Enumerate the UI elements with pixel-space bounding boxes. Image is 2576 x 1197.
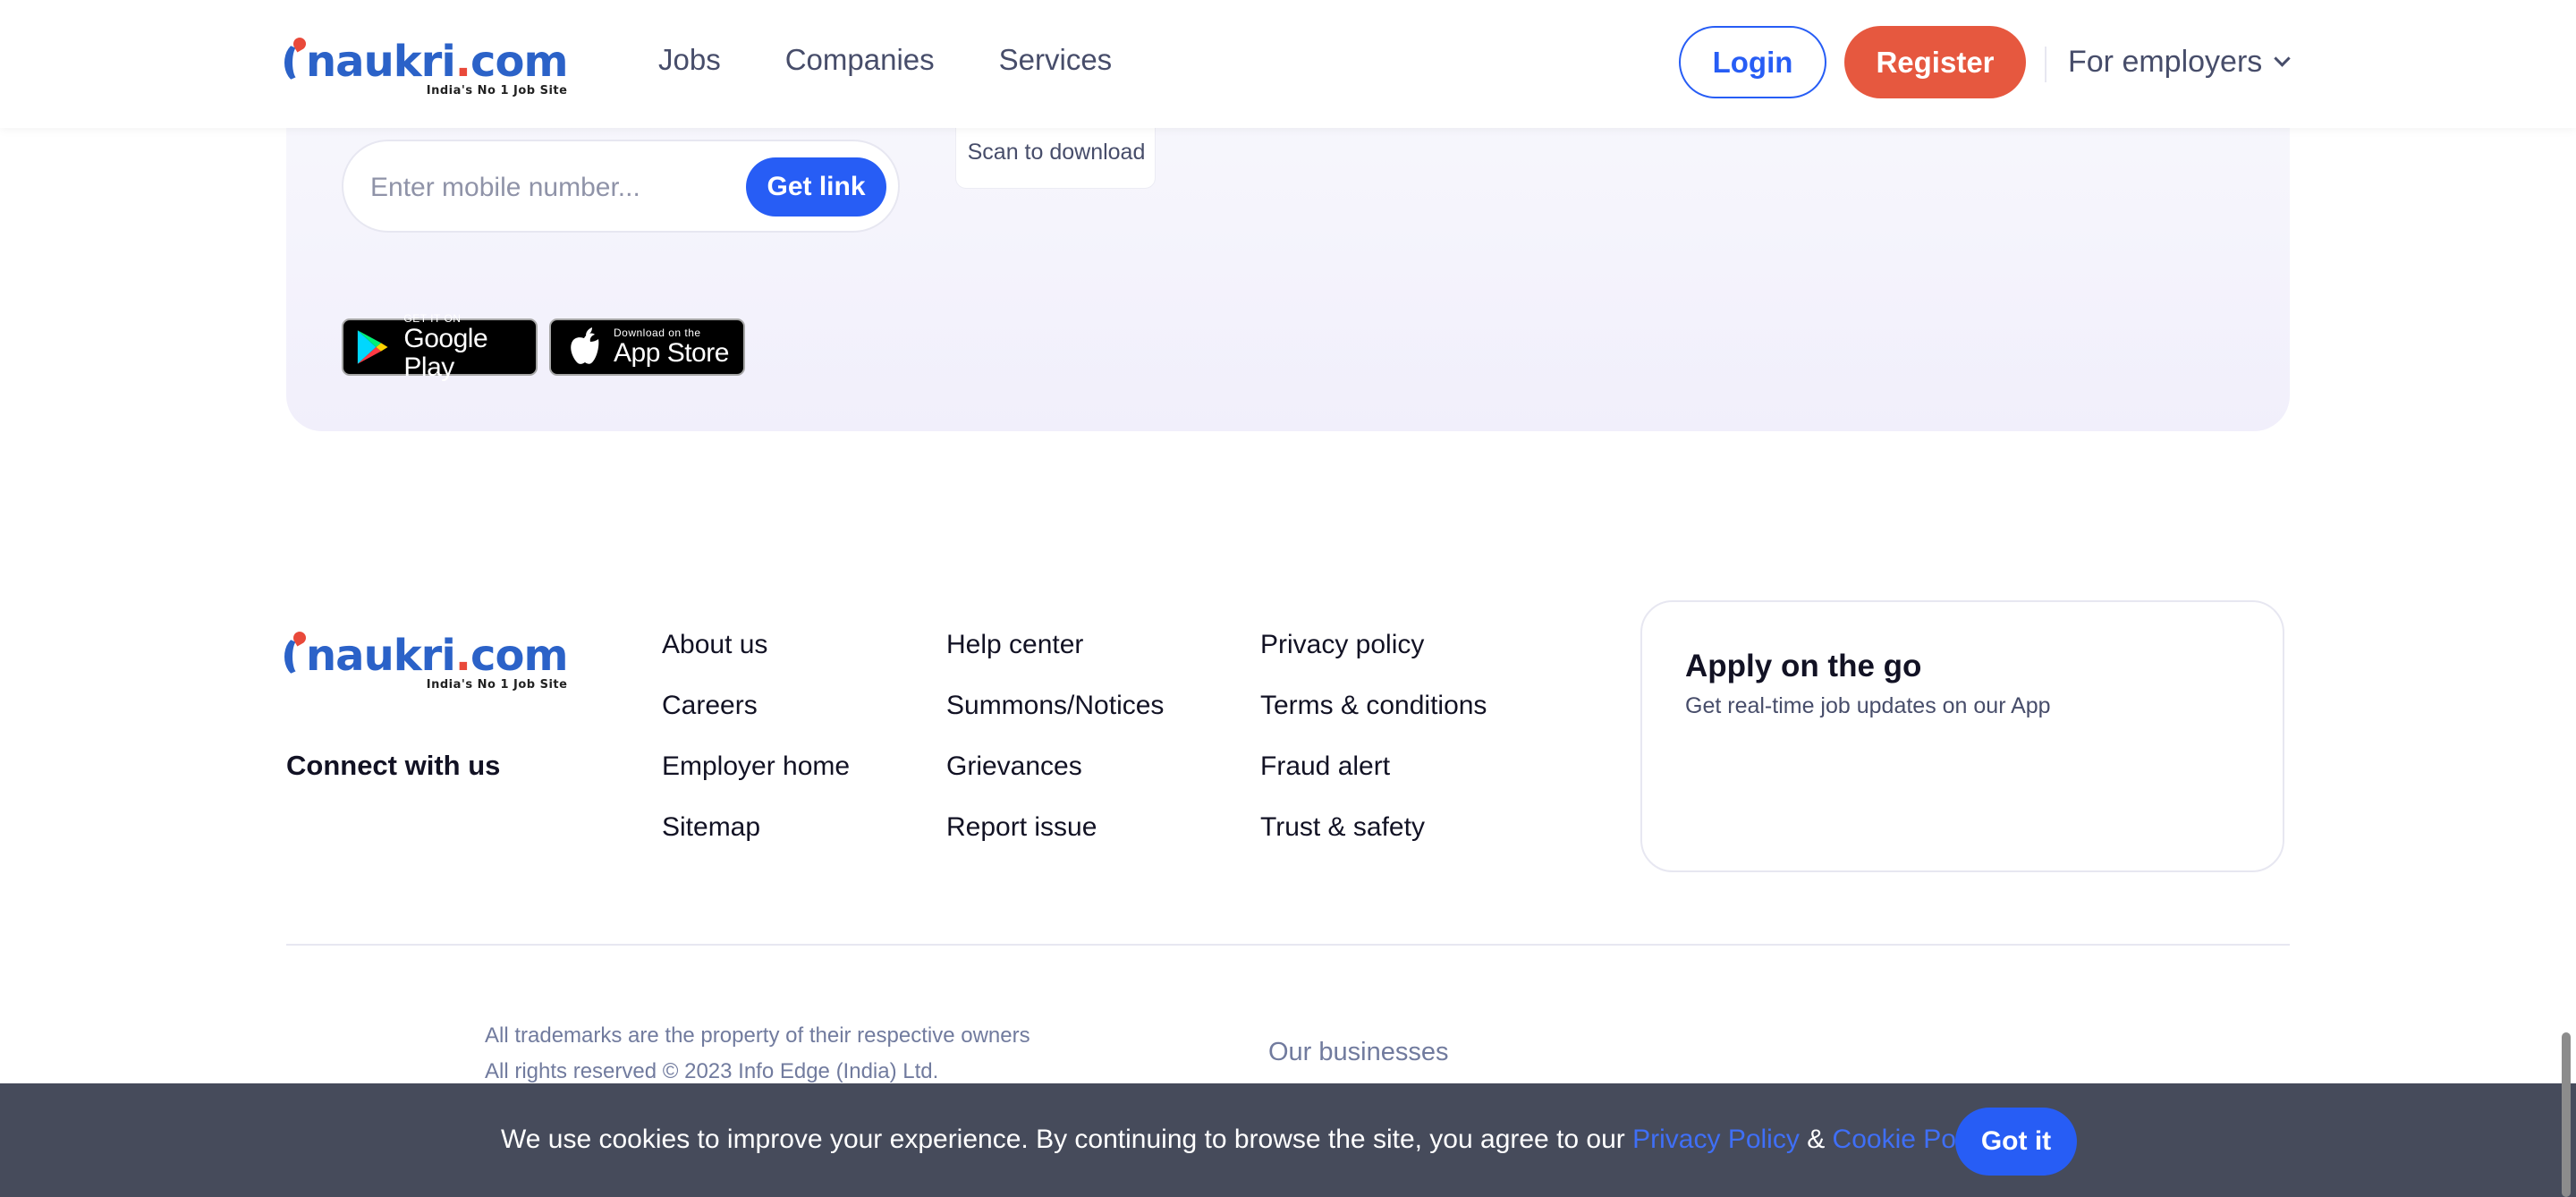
google-play-icon — [357, 330, 388, 364]
top-header: naukri.com India's No 1 Job Site Jobs Co… — [0, 0, 2576, 128]
nav-companies[interactable]: Companies — [785, 43, 935, 77]
logo-wordmark: naukri.com — [284, 35, 568, 84]
footer-link-about-us[interactable]: About us — [662, 630, 850, 691]
main-nav: Jobs Companies Services — [658, 43, 1176, 77]
chevron-down-icon — [2274, 50, 2291, 67]
header-divider — [2045, 47, 2046, 82]
connect-with-us-heading: Connect with us — [286, 750, 501, 781]
our-businesses-heading: Our businesses — [1268, 1038, 1449, 1066]
for-employers-dropdown[interactable]: For employers — [2068, 45, 2291, 80]
app-store-badge[interactable]: Download on the App Store — [549, 318, 745, 376]
cookie-message-text: We use cookies to improve your experienc… — [501, 1125, 1633, 1154]
apple-icon — [571, 327, 599, 364]
google-play-badge[interactable]: GET IT ON Google Play — [342, 312, 538, 382]
privacy-policy-link[interactable]: Privacy Policy — [1632, 1125, 1800, 1154]
footer-link-help-center[interactable]: Help center — [946, 630, 1164, 691]
page-scrollbar-thumb[interactable] — [2562, 1032, 2571, 1197]
mobile-number-input[interactable] — [370, 163, 728, 213]
google-play-big-text: Google Play — [403, 324, 488, 382]
naukri-logo[interactable]: naukri.com India's No 1 Job Site — [284, 35, 568, 98]
trademark-notice: All trademarks are the property of their… — [485, 1023, 1030, 1048]
footer-links-column-2: Help center Summons/Notices Grievances R… — [946, 630, 1164, 873]
footer-link-careers[interactable]: Careers — [662, 691, 850, 751]
nav-jobs[interactable]: Jobs — [658, 43, 721, 77]
for-employers-label: For employers — [2068, 45, 2263, 79]
apply-card-title: Apply on the go — [1685, 649, 1922, 683]
cookie-consent-bar: We use cookies to improve your experienc… — [0, 1083, 2576, 1197]
footer-link-report-issue[interactable]: Report issue — [946, 812, 1164, 873]
login-button[interactable]: Login — [1679, 26, 1826, 98]
nav-services[interactable]: Services — [999, 43, 1113, 77]
footer-link-fraud-alert[interactable]: Fraud alert — [1260, 751, 1487, 812]
got-it-button[interactable]: Got it — [1955, 1108, 2077, 1176]
footer-link-trust-safety[interactable]: Trust & safety — [1260, 812, 1487, 873]
footer-link-sitemap[interactable]: Sitemap — [662, 812, 850, 873]
footer-link-privacy-policy[interactable]: Privacy policy — [1260, 630, 1487, 691]
footer-link-terms-conditions[interactable]: Terms & conditions — [1260, 691, 1487, 751]
footer-logo-wordmark: naukri.com — [284, 629, 568, 678]
footer-links-column-1: About us Careers Employer home Sitemap — [662, 630, 850, 873]
mobile-link-form: Get link — [342, 140, 900, 233]
footer-link-grievances[interactable]: Grievances — [946, 751, 1164, 812]
get-link-button[interactable]: Get link — [746, 157, 886, 216]
apply-on-the-go-card: Apply on the go Get real-time job update… — [1640, 600, 2284, 872]
cookie-ampersand: & — [1799, 1125, 1833, 1154]
apply-card-subtitle: Get real-time job updates on our App — [1685, 693, 2051, 718]
google-play-small-text: GET IT ON — [403, 312, 462, 325]
footer-link-summons-notices[interactable]: Summons/Notices — [946, 691, 1164, 751]
app-store-small-text: Download on the — [614, 327, 701, 339]
footer-link-employer-home[interactable]: Employer home — [662, 751, 850, 812]
footer-divider — [286, 944, 2290, 946]
app-store-big-text: App Store — [614, 338, 729, 368]
copyright-notice: All rights reserved © 2023 Info Edge (In… — [485, 1059, 939, 1083]
cookie-message: We use cookies to improve your experienc… — [501, 1125, 1995, 1155]
footer-links-column-3: Privacy policy Terms & conditions Fraud … — [1260, 630, 1487, 873]
scan-to-download-label: Scan to download — [967, 140, 1146, 165]
register-button[interactable]: Register — [1844, 26, 2026, 98]
footer-naukri-logo[interactable]: naukri.com India's No 1 Job Site — [284, 629, 568, 692]
